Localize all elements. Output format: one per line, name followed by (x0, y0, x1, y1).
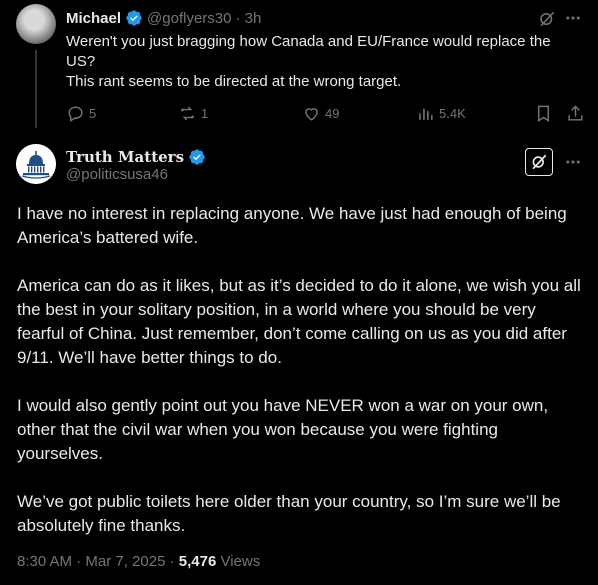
avatar-michael[interactable] (16, 4, 56, 44)
more-icon[interactable] (564, 9, 582, 32)
avatar-truth-matters[interactable] (16, 144, 56, 184)
views-icon (419, 108, 433, 120)
post-timestamp[interactable]: 8:30 AM · Mar 7, 2025 · (17, 553, 175, 570)
author-handle[interactable]: @goflyers30 (147, 10, 231, 27)
views-count: 5.4K (439, 106, 466, 121)
post-paragraph: I would also gently point out you have N… (17, 396, 549, 463)
like-count: 49 (325, 106, 340, 121)
verified-badge-icon (126, 10, 142, 26)
reply-text-line: Weren't you just bragging how Canada and… (66, 33, 551, 50)
thread-connector-line (35, 50, 37, 128)
post-meta: 8:30 AM · Mar 7, 2025 · 5,476 Views (17, 553, 260, 570)
main-post-header: Truth Matters (66, 148, 206, 166)
reply-header: Michael @goflyers30 · 3h (66, 9, 261, 27)
grok-icon[interactable] (538, 10, 556, 33)
post-paragraph: America can do as it likes, but as it’s … (17, 276, 581, 367)
post-paragraph: I have no interest in replacing anyone. … (17, 204, 567, 247)
like-button[interactable]: 49 (302, 104, 339, 123)
author-name[interactable]: Truth Matters (66, 148, 184, 166)
more-icon[interactable] (564, 153, 582, 176)
post-paragraph: We’ve got public toilets here older than… (17, 492, 561, 535)
views-button[interactable]: 5.4K (416, 104, 466, 123)
author-handle[interactable]: @politicsusa46 (66, 166, 168, 183)
author-name[interactable]: Michael (66, 10, 121, 27)
capitol-dome-icon (16, 144, 56, 184)
reply-text-line: US? (66, 53, 96, 70)
like-icon (305, 108, 318, 121)
views-label: Views (220, 553, 261, 570)
repost-icon (181, 106, 194, 121)
repost-count: 1 (201, 106, 209, 121)
grok-icon[interactable] (525, 148, 553, 176)
reply-icon (68, 106, 83, 122)
reply-button[interactable]: 5 (66, 104, 96, 123)
reply-count: 5 (89, 106, 97, 121)
verified-badge-icon (189, 149, 205, 165)
reply-text: Weren't you just bragging how Canada and… (66, 32, 586, 92)
post-time[interactable]: · 3h (235, 10, 261, 27)
share-icon[interactable] (566, 104, 585, 128)
main-post-text: I have no interest in replacing anyone. … (17, 202, 587, 562)
reply-text-line: This rant seems to be directed at the wr… (66, 73, 402, 90)
repost-button[interactable]: 1 (178, 104, 208, 123)
bookmark-icon[interactable] (534, 104, 553, 128)
views-count: 5,476 (178, 553, 217, 570)
